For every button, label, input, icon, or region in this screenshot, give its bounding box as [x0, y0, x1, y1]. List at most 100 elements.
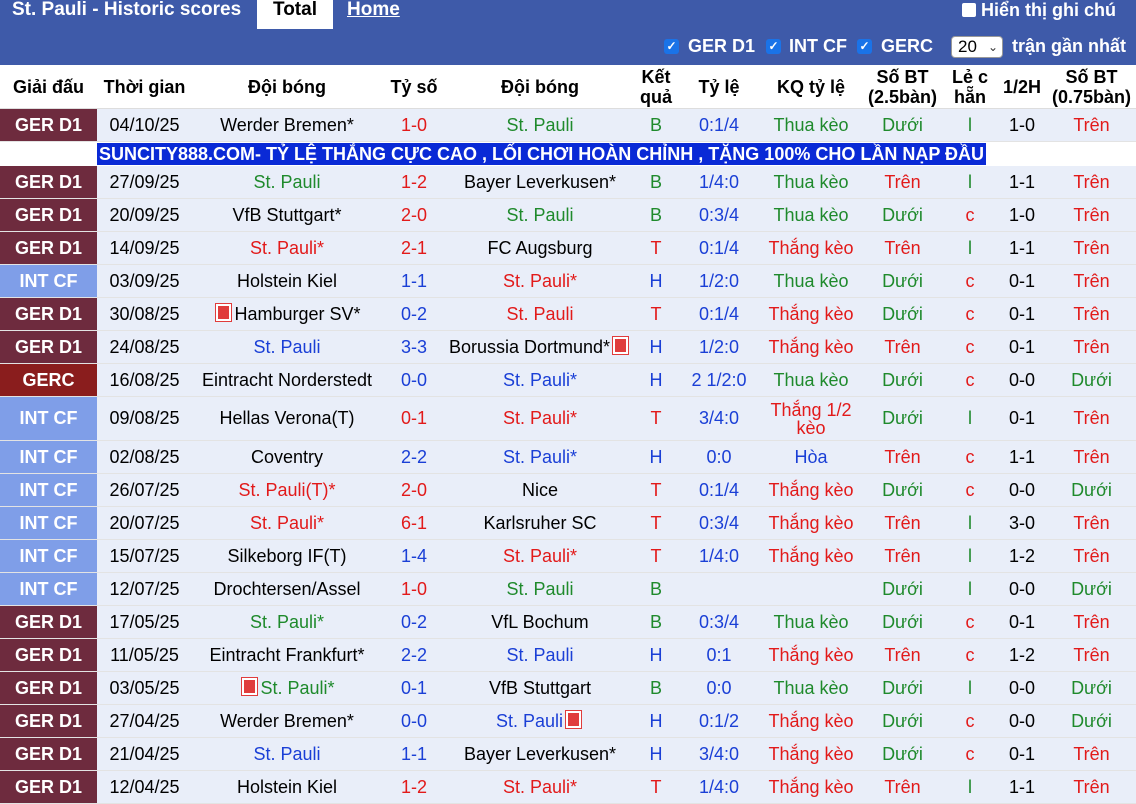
away-team[interactable]: St. Pauli* [446, 770, 634, 804]
col-header-away-team[interactable]: Đội bóng [446, 65, 634, 109]
table-row[interactable]: INT CF 09/08/25 Hellas Verona(T) 0-1 St. Pau… [0, 396, 1136, 441]
odds-result: Thua kèo [760, 166, 862, 199]
home-team[interactable]: Hellas Verona(T) [192, 396, 382, 441]
away-team[interactable]: FC Augsburg [446, 231, 634, 265]
away-team[interactable]: VfB Stuttgart [446, 671, 634, 705]
over-under-0-75: Trên [1047, 605, 1136, 639]
away-team[interactable]: St. Pauli [446, 572, 634, 606]
col-header-goals-2-5[interactable]: Số BT (2.5bàn) [862, 65, 943, 109]
table-row[interactable]: GER D1 27/09/25 St. Pauli 1-2 Bayer Leverkus… [0, 166, 1136, 199]
table-row[interactable]: GER D1 27/04/25 Werder Bremen* 0-0 St. Pauli… [0, 704, 1136, 738]
table-row[interactable]: INT CF 12/07/25 Drochtersen/Assel 1-0 St. Pa… [0, 572, 1136, 606]
home-team[interactable]: Holstein Kiel [192, 770, 382, 804]
home-team[interactable]: Eintracht Norderstedt [192, 363, 382, 397]
home-marker: * [570, 408, 578, 428]
odds: 1/2:0 [678, 330, 760, 364]
away-team[interactable]: St. Pauli* [446, 396, 634, 441]
home-team[interactable]: Coventry [192, 440, 382, 474]
col-header-odd-even[interactable]: Lẻ c hẵn [943, 65, 997, 109]
away-team[interactable]: St. Pauli* [446, 363, 634, 397]
table-row[interactable]: GER D1 17/05/25 St. Pauli* 0-2 VfL Bochum B 0:… [0, 605, 1136, 639]
filter-checkbox-ger-d1[interactable]: ✓ [664, 39, 679, 54]
home-team[interactable]: St. Pauli [192, 737, 382, 771]
table-row[interactable]: GER D1 04/10/25 Werder Bremen* 1-0 St. Pauli… [0, 108, 1136, 142]
home-team[interactable]: St. Pauli* [192, 605, 382, 639]
over-under-2-5: Dưới [862, 737, 943, 771]
home-team[interactable]: Werder Bremen* [192, 704, 382, 738]
home-team[interactable]: Drochtersen/Assel [192, 572, 382, 606]
table-row[interactable]: INT CF 26/07/25 St. Pauli(T)* 2-0 Nice T 0:1/4… [0, 473, 1136, 507]
home-team[interactable]: VfB Stuttgart* [192, 198, 382, 232]
ad-banner-link[interactable]: SUNCITY888.COM- TỶ LỆ THẮNG CỰC CAO , LỐ… [97, 143, 987, 165]
away-team[interactable]: St. Pauli* [446, 440, 634, 474]
col-header-time[interactable]: Thời gian [97, 65, 192, 109]
home-team[interactable]: St. Pauli* [192, 506, 382, 540]
away-team[interactable]: St. Pauli [446, 704, 634, 738]
filter-checkbox-int-cf[interactable]: ✓ [766, 39, 781, 54]
col-header-league[interactable]: Giải đấu [0, 65, 97, 109]
home-team[interactable]: Werder Bremen* [192, 108, 382, 142]
away-team[interactable]: St. Pauli* [446, 539, 634, 573]
over-under-0-75: Trên [1047, 506, 1136, 540]
away-team[interactable]: Borussia Dortmund* [446, 330, 634, 364]
table-row[interactable]: GER D1 30/08/25 Hamburger SV* 0-2 St. Pauli T… [0, 297, 1136, 331]
table-row[interactable]: GER D1 20/09/25 VfB Stuttgart* 2-0 St. Pauli… [0, 198, 1136, 232]
home-team[interactable]: St. Pauli* [192, 671, 382, 705]
home-team[interactable]: Holstein Kiel [192, 264, 382, 298]
home-marker: * [327, 677, 335, 698]
table-row[interactable]: INT CF 15/07/25 Silkeborg IF(T) 1-4 St. Paul… [0, 539, 1136, 573]
table-row[interactable]: GER D1 12/04/25 Holstein Kiel 1-2 St. Pauli*… [0, 770, 1136, 804]
team-name: St. Pauli [506, 578, 574, 599]
table-row[interactable]: INT CF 03/09/25 Holstein Kiel 1-1 St. Pauli*… [0, 264, 1136, 298]
table-row[interactable]: INT CF 02/08/25 Coventry 2-2 St. Pauli* H 0:0 H… [0, 440, 1136, 474]
match-count-select[interactable]: 20 ⌄ [951, 36, 1003, 58]
home-marker: * [346, 710, 354, 731]
away-team[interactable]: VfL Bochum [446, 605, 634, 639]
col-header-half-time[interactable]: 1/2H [997, 65, 1047, 109]
col-header-odds-result[interactable]: KQ tỷ lệ [760, 65, 862, 109]
away-team[interactable]: St. Pauli [446, 108, 634, 142]
table-row[interactable]: GER D1 14/09/25 St. Pauli* 2-1 FC Augsburg T 0… [0, 231, 1136, 265]
over-under-0-75: Dưới [1047, 671, 1136, 705]
away-team[interactable]: Bayer Leverkusen* [446, 737, 634, 771]
team-name: St. Pauli [253, 743, 321, 764]
table-row[interactable]: GER D1 03/05/25 St. Pauli* 0-1 VfB Stuttgart… [0, 671, 1136, 705]
away-team[interactable]: St. Pauli [446, 638, 634, 672]
home-marker: * [346, 114, 354, 135]
col-header-result[interactable]: Kết quả [634, 65, 678, 109]
away-team[interactable]: Bayer Leverkusen* [446, 166, 634, 199]
show-notes-checkbox[interactable] [962, 3, 976, 17]
away-team[interactable]: Karlsruher SC [446, 506, 634, 540]
match-date: 02/08/25 [97, 440, 192, 474]
filter-label-gerc: GERC [881, 36, 934, 56]
over-under-0-75: Dưới [1047, 363, 1136, 397]
away-team[interactable]: Nice [446, 473, 634, 507]
filter-checkbox-gerc[interactable]: ✓ [857, 39, 872, 54]
home-team[interactable]: St. Pauli [192, 166, 382, 199]
table-row[interactable]: GER D1 24/08/25 St. Pauli 3-3 Borussia Dortm… [0, 330, 1136, 364]
home-team[interactable]: St. Pauli(T)* [192, 473, 382, 507]
home-team[interactable]: Silkeborg IF(T) [192, 539, 382, 573]
col-header-home-team[interactable]: Đội bóng [192, 65, 382, 109]
home-team[interactable]: Hamburger SV* [192, 297, 382, 331]
half-time-score: 3-0 [997, 506, 1047, 540]
away-team[interactable]: St. Pauli [446, 198, 634, 232]
tab-total[interactable]: Total [257, 0, 333, 29]
match-count-value: 20 [958, 37, 977, 56]
away-team[interactable]: St. Pauli* [446, 264, 634, 298]
table-row[interactable]: GERC 16/08/25 Eintracht Norderstedt 0-0 St. … [0, 363, 1136, 397]
tab-home[interactable]: Home [347, 0, 400, 20]
col-header-goals-0-75[interactable]: Số BT (0.75bàn) [1047, 65, 1136, 109]
home-team[interactable]: St. Pauli* [192, 231, 382, 265]
table-row[interactable]: GER D1 11/05/25 Eintracht Frankfurt* 2-2 St.… [0, 638, 1136, 672]
home-marker: * [357, 644, 365, 665]
match-result: H [634, 363, 678, 397]
col-header-odds[interactable]: Tỷ lệ [678, 65, 760, 109]
away-team[interactable]: St. Pauli [446, 297, 634, 331]
table-row[interactable]: INT CF 20/07/25 St. Pauli* 6-1 Karlsruher SC… [0, 506, 1136, 540]
match-date: 03/09/25 [97, 264, 192, 298]
col-header-score[interactable]: Tỷ số [382, 65, 446, 109]
home-team[interactable]: St. Pauli [192, 330, 382, 364]
table-row[interactable]: GER D1 21/04/25 St. Pauli 1-1 Bayer Leverkus… [0, 737, 1136, 771]
home-team[interactable]: Eintracht Frankfurt* [192, 638, 382, 672]
